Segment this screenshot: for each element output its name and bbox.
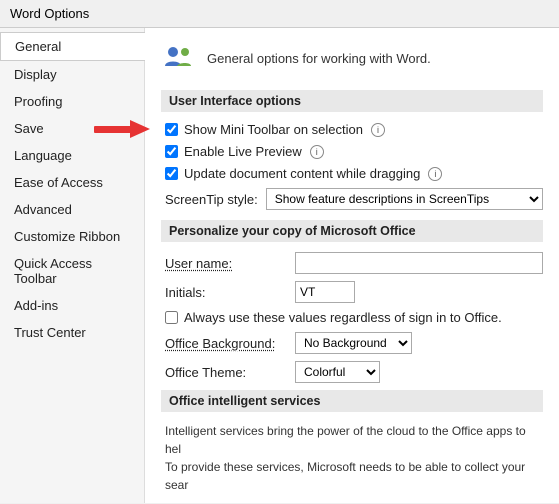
always-use-row: Always use these values regardless of si…: [161, 310, 543, 325]
sidebar-item-customize-ribbon[interactable]: Customize Ribbon: [0, 223, 144, 250]
sidebar-item-display[interactable]: Display: [0, 61, 144, 88]
dialog-title: Word Options: [10, 6, 89, 21]
mini-toolbar-checkbox[interactable]: [165, 123, 178, 136]
intelligent-services-header: Office intelligent services: [161, 390, 543, 412]
update-content-checkbox[interactable]: [165, 167, 178, 180]
ui-options-header: User Interface options: [161, 90, 543, 112]
theme-select[interactable]: Colorful Dark Gray Black White: [295, 361, 380, 383]
sidebar-item-ease-of-access[interactable]: Ease of Access: [0, 169, 144, 196]
screentip-label: ScreenTip style:: [165, 192, 258, 207]
update-content-row: Update document content while dragging i: [161, 166, 543, 181]
personalize-header: Personalize your copy of Microsoft Offic…: [161, 220, 543, 242]
theme-label: Office Theme:: [165, 365, 295, 380]
background-row: Office Background: No Background Calligr…: [161, 332, 543, 354]
sidebar-item-language[interactable]: Language: [0, 142, 144, 169]
main-content: General options for working with Word. U…: [145, 28, 559, 503]
live-preview-row: Enable Live Preview i: [161, 144, 543, 159]
initials-row: Initials:: [161, 281, 543, 303]
sidebar-item-save[interactable]: Save: [0, 115, 144, 142]
live-preview-info-icon: i: [310, 145, 324, 159]
background-select[interactable]: No Background Calligraphy Clouds Doodles…: [295, 332, 412, 354]
sidebar-item-advanced[interactable]: Advanced: [0, 196, 144, 223]
initials-label: Initials:: [165, 285, 295, 300]
mini-toolbar-row: Show Mini Toolbar on selection i: [161, 122, 543, 137]
live-preview-checkbox[interactable]: [165, 145, 178, 158]
intelligent-services-description: Intelligent services bring the power of …: [161, 422, 543, 494]
sidebar-item-general[interactable]: General: [0, 32, 145, 61]
username-label: User name:: [165, 256, 295, 271]
content-header: General options for working with Word.: [161, 40, 543, 76]
sidebar-item-quick-access-toolbar[interactable]: Quick Access Toolbar: [0, 250, 144, 292]
initials-input[interactable]: [295, 281, 355, 303]
always-use-checkbox[interactable]: [165, 311, 178, 324]
content-header-text: General options for working with Word.: [207, 51, 431, 66]
sidebar-item-trust-center[interactable]: Trust Center: [0, 319, 144, 346]
red-arrow-icon: [92, 118, 152, 140]
sidebar-item-proofing[interactable]: Proofing: [0, 88, 144, 115]
enable-services-row: Enable services: [161, 502, 543, 503]
theme-row: Office Theme: Colorful Dark Gray Black W…: [161, 361, 543, 383]
screentip-select[interactable]: Show feature descriptions in ScreenTips …: [266, 188, 543, 210]
username-input[interactable]: [295, 252, 543, 274]
username-row: User name:: [161, 252, 543, 274]
mini-toolbar-info-icon: i: [371, 123, 385, 137]
sidebar-item-add-ins[interactable]: Add-ins: [0, 292, 144, 319]
title-bar: Word Options: [0, 0, 559, 28]
gear-people-icon: [161, 40, 197, 76]
background-label: Office Background:: [165, 336, 295, 351]
sidebar: General Display Proofing Save Language E…: [0, 28, 145, 503]
update-content-info-icon: i: [428, 167, 442, 181]
screentip-row: ScreenTip style: Show feature descriptio…: [161, 188, 543, 210]
